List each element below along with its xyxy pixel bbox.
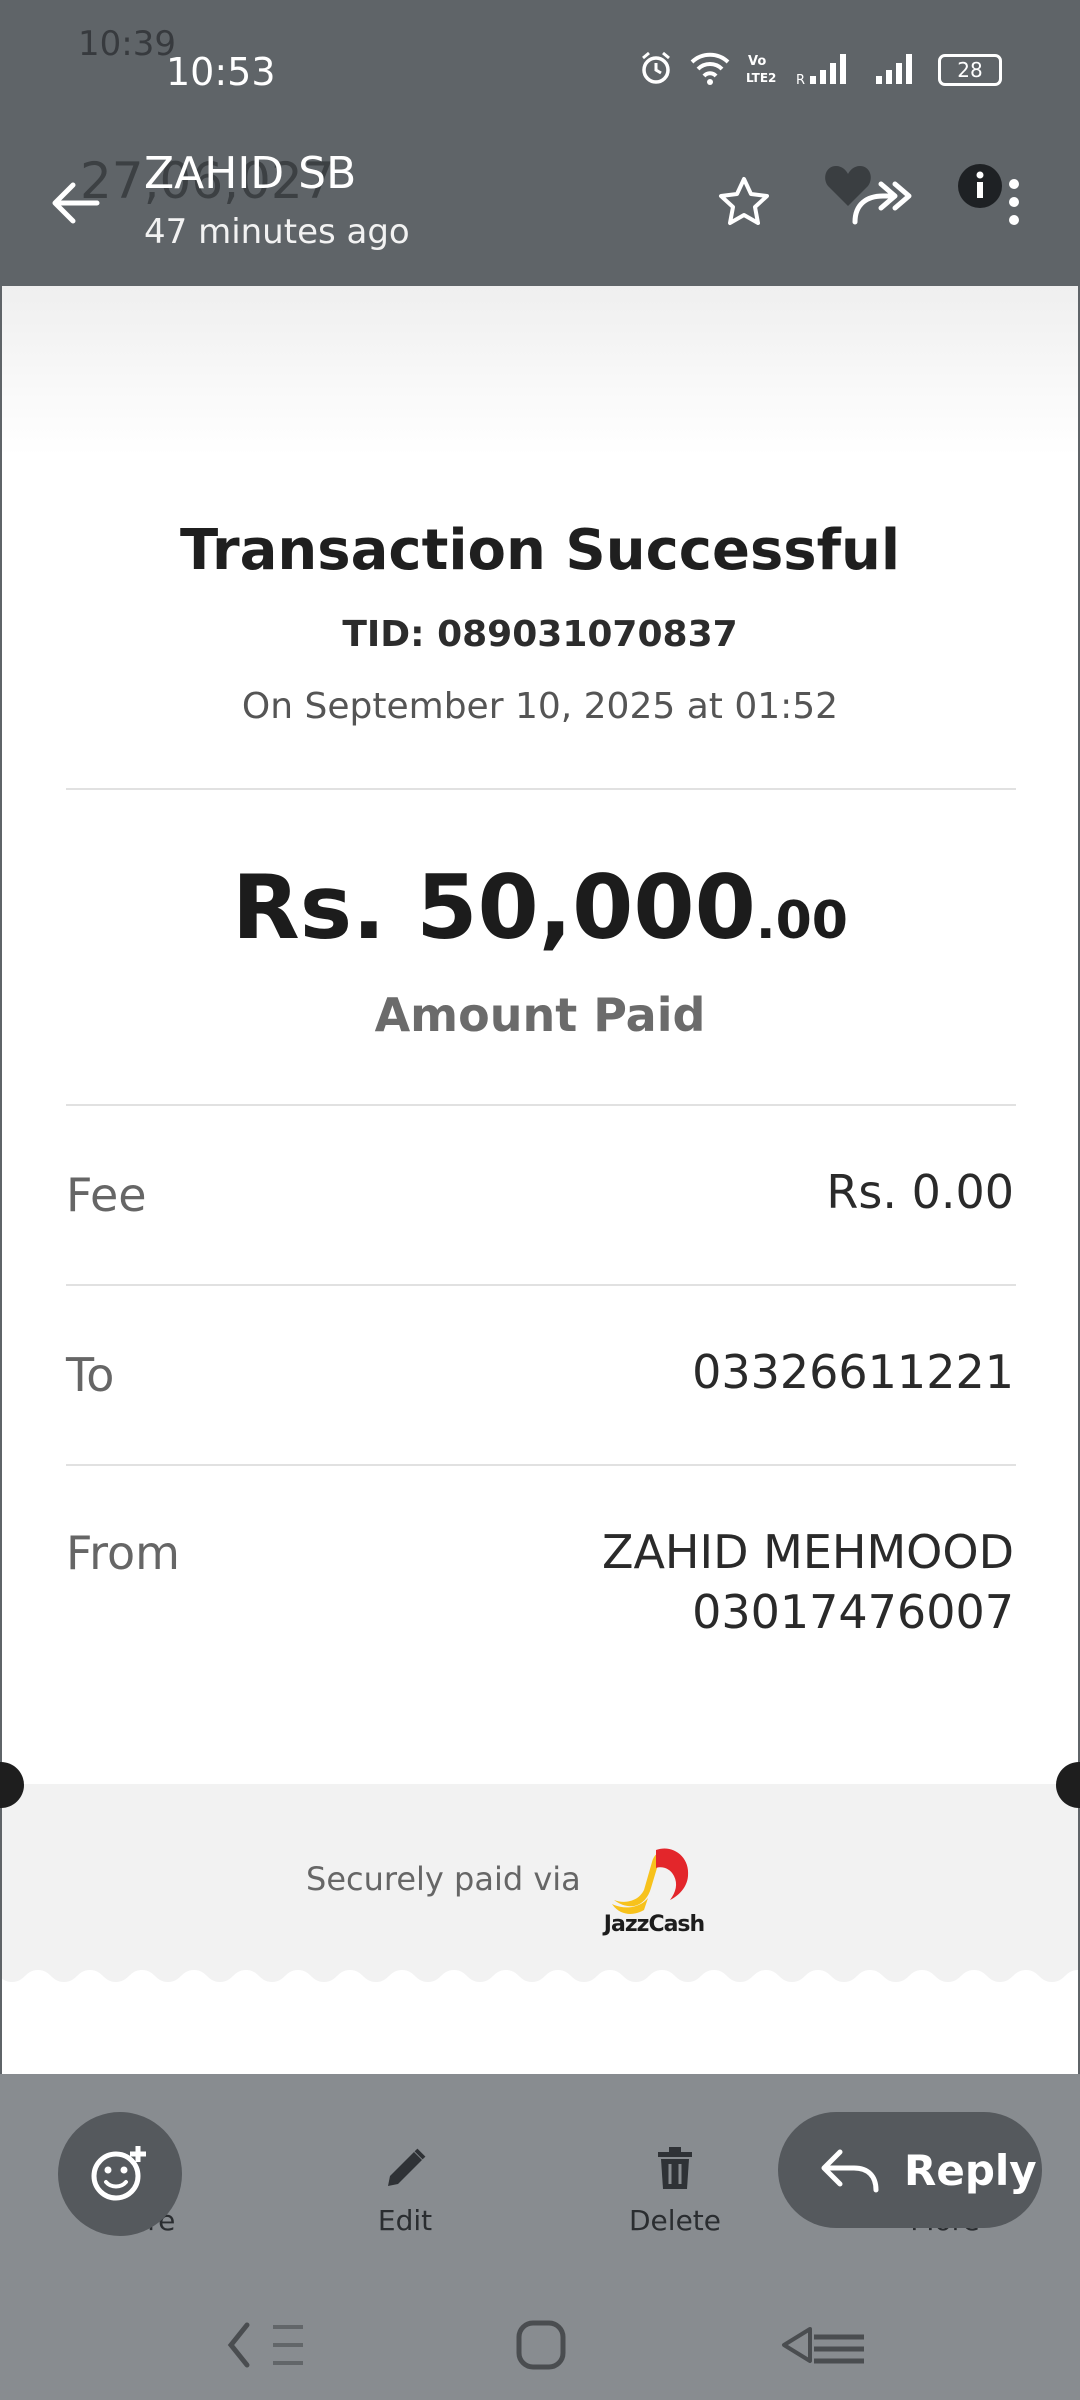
- reply-label: Reply: [904, 2145, 1037, 2195]
- add-reaction-button[interactable]: [58, 2112, 182, 2236]
- reply-icon: [821, 2149, 879, 2193]
- add-reaction-icon: [91, 2146, 146, 2201]
- jazzcash-logo: JazzCash: [594, 1830, 714, 1937]
- conversation-subtitle: 47 minutes ago: [144, 212, 410, 252]
- fee-value: Rs. 0.00: [826, 1165, 1014, 1219]
- amount-main: Rs. 50,000: [232, 856, 756, 959]
- jazzcash-logo-text: JazzCash: [603, 1912, 705, 1937]
- from-number: 03017476007: [692, 1585, 1014, 1639]
- delete-icon: [658, 2147, 692, 2189]
- edit-label: Edit: [377, 2204, 433, 2237]
- secure-text: Securely paid via: [306, 1860, 581, 1898]
- delete-button[interactable]: Delete: [600, 2144, 750, 2237]
- divider: [66, 1284, 1016, 1286]
- status-time: 10:53: [166, 50, 276, 94]
- from-name: ZAHID MEHMOOD: [601, 1525, 1014, 1579]
- fee-label: Fee: [66, 1168, 147, 1222]
- volte-icon: Vo LTE2: [746, 50, 782, 90]
- svg-text:Vo: Vo: [748, 54, 766, 69]
- receipt-top-fade: [2, 286, 1078, 456]
- edit-button[interactable]: Edit: [330, 2144, 480, 2237]
- receipt-image[interactable]: Transaction Successful TID: 089031070837…: [0, 286, 1080, 2074]
- conversation-title: ZAHID SB: [144, 148, 357, 199]
- nav-back-icon[interactable]: [208, 2300, 318, 2390]
- divider: [66, 1464, 1016, 1466]
- more-vert-icon[interactable]: [978, 166, 1050, 238]
- back-arrow-icon[interactable]: [40, 168, 110, 238]
- receipt-wavy-edge: [2, 1964, 1078, 1982]
- navigation-bar: [0, 2290, 1080, 2400]
- nav-home-icon[interactable]: [486, 2300, 596, 2390]
- svg-text:R: R: [796, 73, 805, 86]
- screen: 10:39 10:53 Vo LTE2 R 28 27,06,027 ZAHID…: [0, 0, 1080, 2400]
- forward-icon[interactable]: [848, 166, 920, 238]
- app-bar: 27,06,027 ZAHID SB 47 minutes ago: [0, 140, 1080, 286]
- wifi-icon: [688, 50, 732, 90]
- nav-recents-icon[interactable]: [770, 2300, 880, 2390]
- edit-icon: [388, 2148, 426, 2186]
- reply-button[interactable]: Reply: [778, 2112, 1042, 2228]
- status-icons: Vo LTE2 R 28: [638, 50, 1002, 90]
- amount-label: Amount Paid: [374, 988, 706, 1042]
- to-value: 03326611221: [692, 1345, 1014, 1399]
- receipt-title: Transaction Successful: [179, 518, 901, 583]
- transaction-date: On September 10, 2025 at 01:52: [241, 686, 839, 727]
- signal-icon: R: [796, 50, 860, 90]
- svg-text:LTE2: LTE2: [746, 71, 776, 85]
- divider: [66, 1104, 1016, 1106]
- ghost-time: 10:39: [78, 24, 176, 64]
- transaction-id: TID: 089031070837: [342, 614, 738, 655]
- signal-icon-2: [874, 50, 924, 90]
- battery-level: 28: [957, 58, 983, 82]
- to-label: To: [66, 1348, 115, 1402]
- amount-cents: .00: [755, 891, 848, 951]
- alarm-icon: [638, 50, 674, 90]
- from-label: From: [66, 1526, 180, 1580]
- amount: Rs. 50,000.00: [2, 856, 1078, 959]
- delete-label: Delete: [629, 2204, 721, 2237]
- battery-icon: 28: [938, 54, 1002, 86]
- star-icon[interactable]: [708, 166, 780, 238]
- status-bar: 10:39 10:53 Vo LTE2 R 28: [0, 0, 1080, 140]
- divider: [66, 788, 1016, 790]
